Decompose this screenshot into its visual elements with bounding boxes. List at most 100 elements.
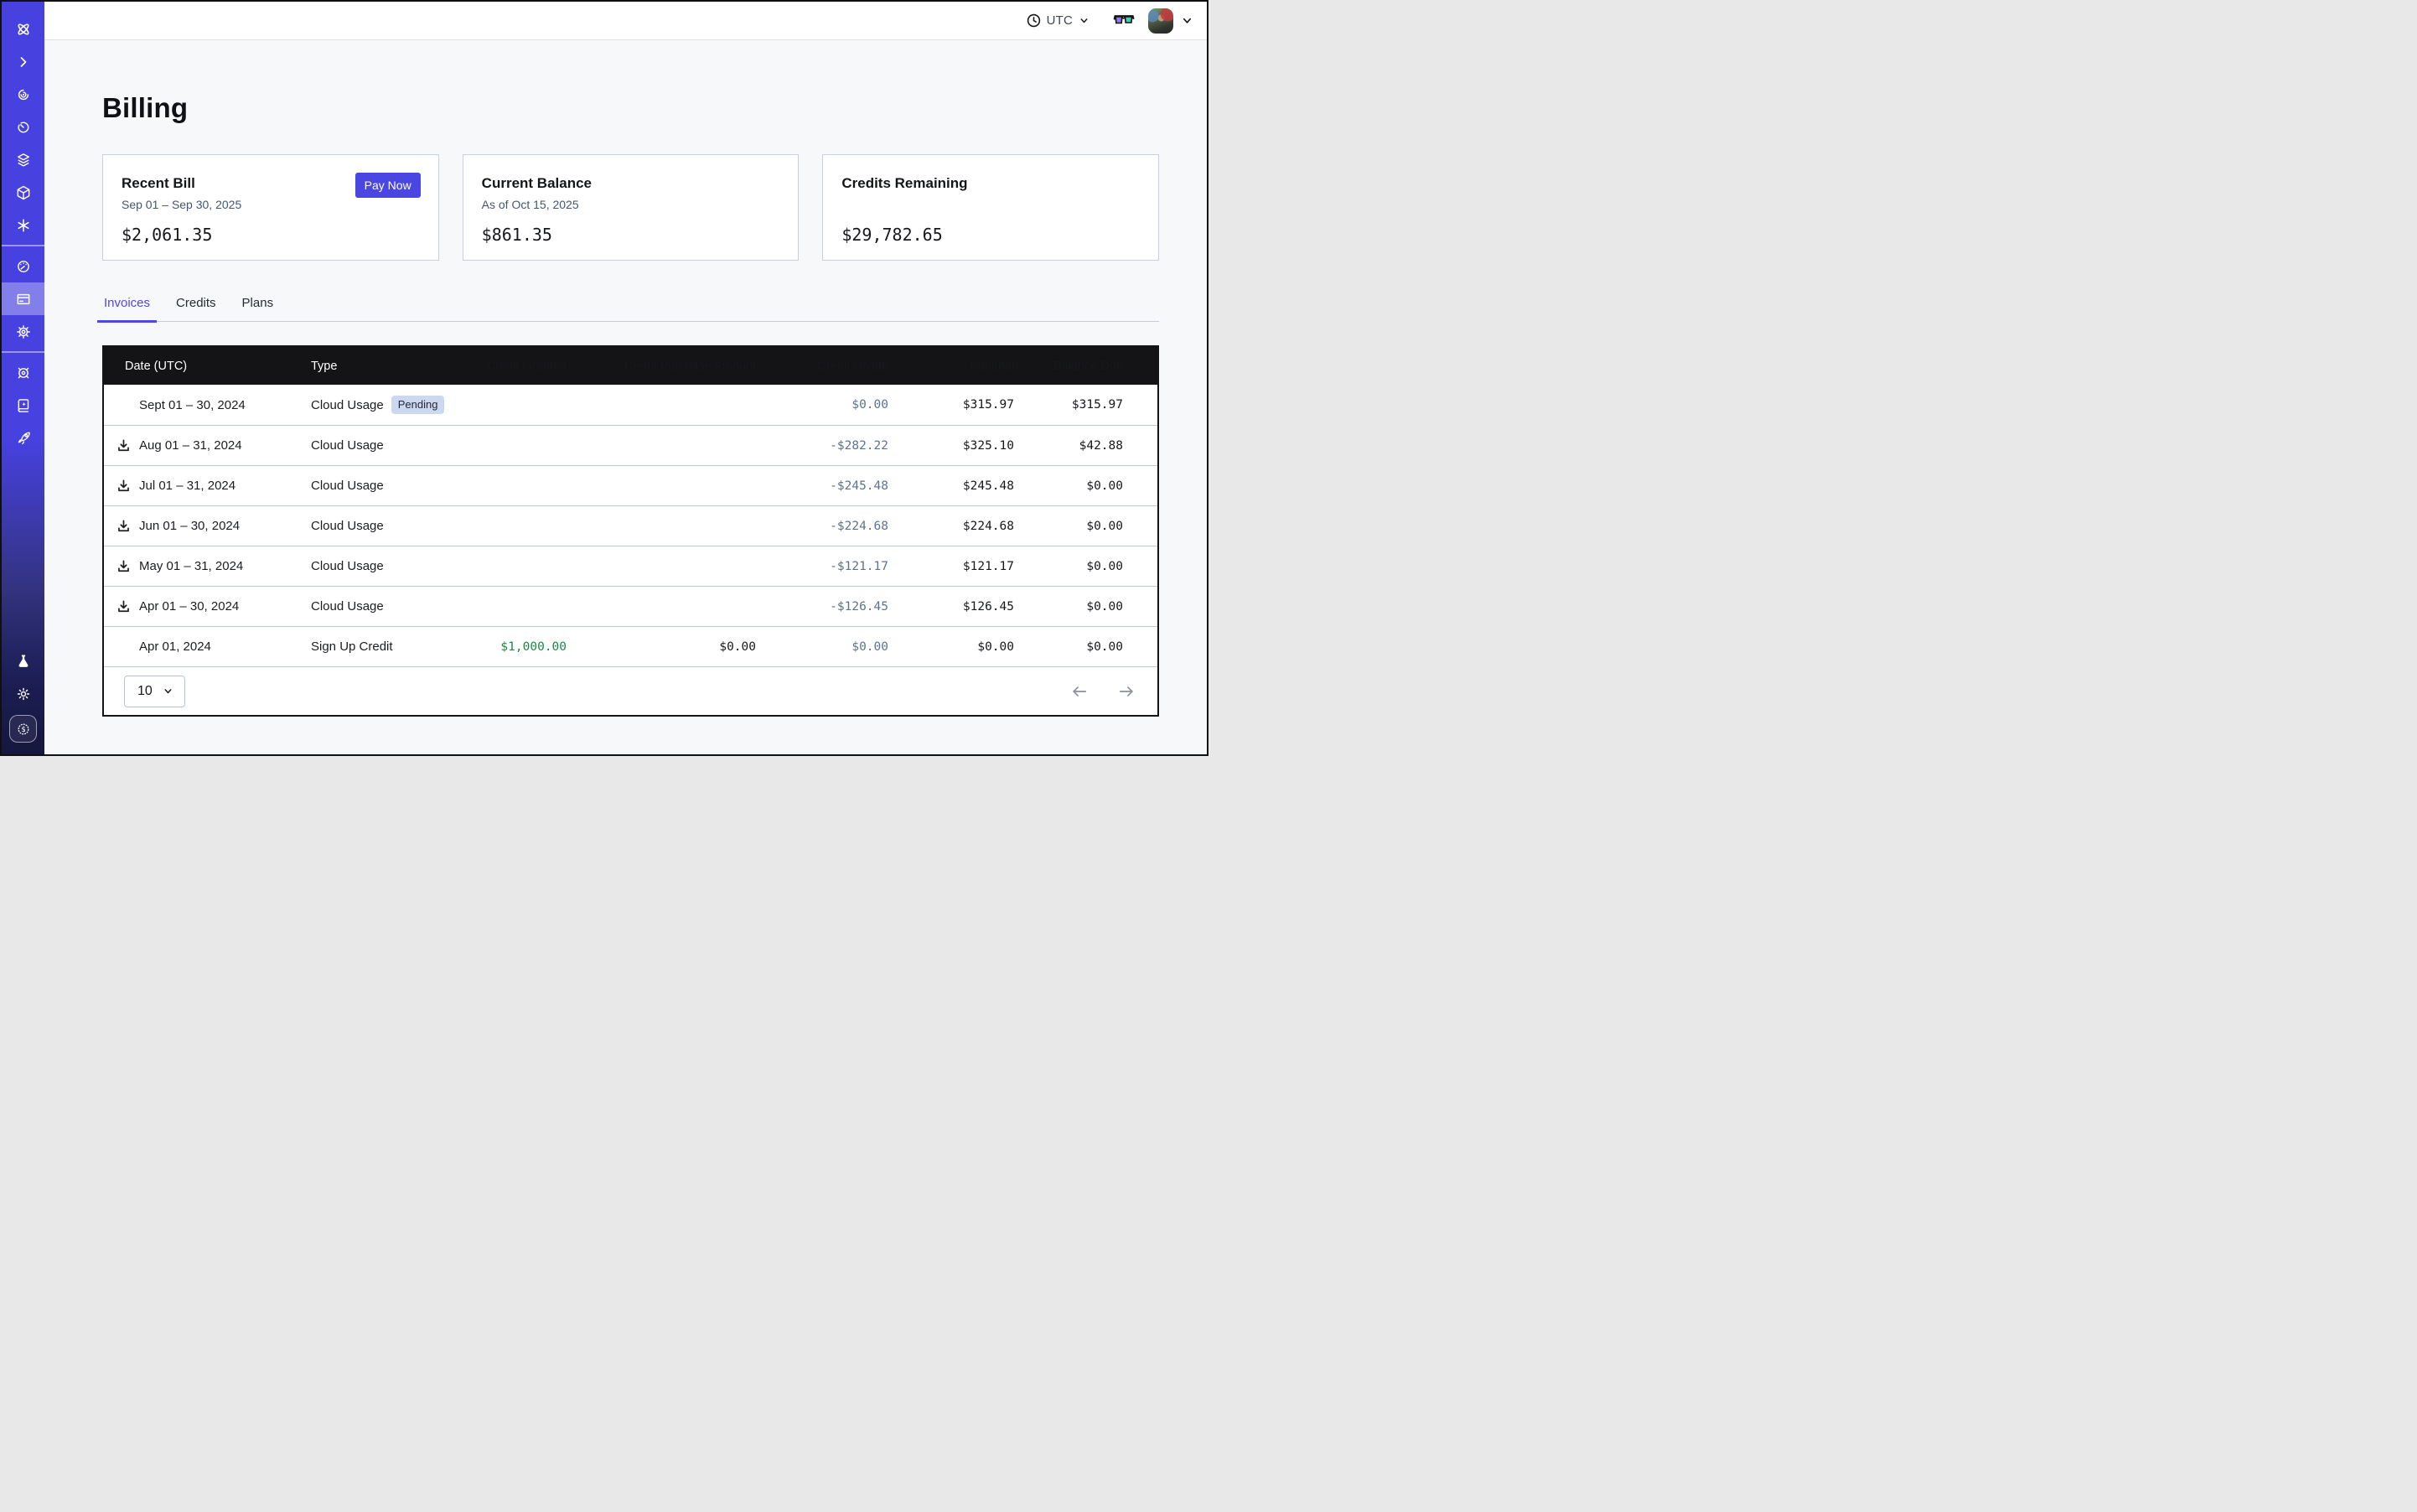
table-header-row: Date (UTC) Type Credit Granted Credit Pu… bbox=[104, 347, 1157, 385]
card-title: Credits Remaining bbox=[841, 175, 1138, 192]
col-date: Date (UTC) bbox=[104, 360, 311, 373]
sidebar: $ bbox=[2, 2, 44, 754]
modal-logo[interactable] bbox=[2, 13, 44, 45]
billing-page: Billing Recent Bill Sep 01 – Sep 30, 202… bbox=[44, 40, 1207, 754]
pay-now-button[interactable]: Pay Now bbox=[355, 173, 421, 198]
card-subtitle: As of Oct 15, 2025 bbox=[482, 198, 779, 212]
sidebar-item-helm[interactable] bbox=[2, 356, 44, 389]
subtotal-value: $224.68 bbox=[888, 520, 1014, 533]
subtotal-value: $325.10 bbox=[888, 439, 1014, 453]
avatar[interactable] bbox=[1148, 8, 1173, 34]
balance-due-value: $0.00 bbox=[1014, 640, 1123, 654]
sidebar-item-docs[interactable] bbox=[2, 389, 44, 422]
credit-usage-value: -$282.22 bbox=[756, 439, 888, 453]
invoice-row: Jun 01 – 30, 2024 Cloud Usage -$224.68 $… bbox=[104, 505, 1157, 546]
previous-page-button[interactable] bbox=[1070, 682, 1089, 701]
sidebar-item-theme-toggle[interactable] bbox=[2, 677, 44, 710]
invoice-row: May 01 – 31, 2024 Cloud Usage -$121.17 $… bbox=[104, 546, 1157, 586]
credits-remaining-amount: $29,782.65 bbox=[841, 225, 1138, 245]
invoice-row: Aug 01 – 31, 2024 Cloud Usage -$282.22 $… bbox=[104, 425, 1157, 465]
invoice-row: Apr 01 – 30, 2024 Cloud Usage -$126.45 $… bbox=[104, 586, 1157, 626]
current-balance-card: Current Balance As of Oct 15, 2025 $861.… bbox=[463, 154, 800, 261]
pagination-controls bbox=[1070, 682, 1136, 701]
balance-due-value: $0.00 bbox=[1014, 600, 1123, 614]
sidebar-item-usage-gauge[interactable] bbox=[2, 250, 44, 282]
tab-invoices[interactable]: Invoices bbox=[102, 296, 152, 321]
col-type: Type bbox=[311, 360, 433, 373]
credit-usage-value: -$245.48 bbox=[756, 479, 888, 493]
pending-badge: Pending bbox=[391, 396, 445, 414]
page-size-value: 10 bbox=[137, 684, 153, 699]
timezone-select[interactable]: UTC bbox=[1027, 13, 1089, 28]
col-credit-purchase-amount: Credit Purchase Amount bbox=[567, 360, 756, 373]
download-invoice-button[interactable] bbox=[115, 518, 132, 535]
clock-icon bbox=[1027, 13, 1041, 28]
download-invoice-button[interactable] bbox=[115, 598, 132, 615]
balance-due-value: $0.00 bbox=[1014, 520, 1123, 533]
invoice-row: Jul 01 – 31, 2024 Cloud Usage -$245.48 $… bbox=[104, 465, 1157, 505]
account-menu-chevron[interactable] bbox=[1181, 14, 1193, 27]
spiral-icon[interactable] bbox=[2, 78, 44, 111]
invoice-period: Jul 01 – 31, 2024 bbox=[139, 479, 235, 493]
col-balance-due: Balance Due bbox=[1014, 360, 1123, 373]
invoice-period: Apr 01 – 30, 2024 bbox=[139, 599, 239, 614]
sidebar-item-settings[interactable] bbox=[2, 315, 44, 348]
credits-badge-button[interactable]: $ bbox=[9, 715, 37, 743]
subtotal-value: $245.48 bbox=[888, 479, 1014, 493]
credit-usage-value: -$126.45 bbox=[756, 600, 888, 614]
asterisk-icon[interactable] bbox=[2, 209, 44, 241]
cube-icon[interactable] bbox=[2, 176, 44, 209]
sidebar-item-experiments[interactable] bbox=[2, 645, 44, 677]
credit-usage-value: -$121.17 bbox=[756, 560, 888, 573]
invoice-period: Apr 01, 2024 bbox=[139, 639, 211, 654]
summary-cards: Recent Bill Sep 01 – Sep 30, 2025 $2,061… bbox=[102, 154, 1159, 261]
main-area: UTC Billing bbox=[44, 2, 1207, 754]
sidebar-divider bbox=[2, 245, 44, 246]
download-invoice-button[interactable] bbox=[115, 438, 132, 454]
balance-due-value: $315.97 bbox=[1014, 398, 1123, 412]
layers-icon[interactable] bbox=[2, 143, 44, 176]
download-icon bbox=[116, 559, 131, 573]
invoice-row: Apr 01, 2024 Sign Up Credit $1,000.00 $0… bbox=[104, 626, 1157, 666]
arrow-right-icon bbox=[1117, 682, 1136, 701]
invoice-type: Cloud Usage bbox=[311, 438, 384, 453]
svg-text:$: $ bbox=[21, 726, 25, 734]
card-title: Current Balance bbox=[482, 175, 779, 192]
tab-credits[interactable]: Credits bbox=[174, 296, 218, 321]
credit-purchase-value: $0.00 bbox=[567, 640, 756, 654]
credits-remaining-card: Credits Remaining $29,782.65 bbox=[822, 154, 1159, 261]
download-invoice-button[interactable] bbox=[115, 478, 132, 495]
tab-plans[interactable]: Plans bbox=[241, 296, 276, 321]
timer-icon[interactable] bbox=[2, 111, 44, 143]
sidebar-item-billing[interactable] bbox=[2, 282, 44, 315]
chevron-down-icon bbox=[163, 686, 173, 696]
arrow-left-icon bbox=[1070, 682, 1089, 701]
credit-usage-value: $0.00 bbox=[756, 398, 888, 412]
next-page-button[interactable] bbox=[1117, 682, 1136, 701]
download-invoice-button[interactable] bbox=[115, 558, 132, 575]
recent-bill-card: Recent Bill Sep 01 – Sep 30, 2025 $2,061… bbox=[102, 154, 439, 261]
sidebar-divider bbox=[2, 351, 44, 353]
current-balance-amount: $861.35 bbox=[482, 225, 779, 245]
invoice-type: Cloud Usage bbox=[311, 559, 384, 573]
download-icon bbox=[116, 599, 131, 614]
3d-glasses-icon[interactable] bbox=[1113, 13, 1135, 28]
card-subtitle bbox=[841, 198, 1138, 212]
recent-bill-amount: $2,061.35 bbox=[122, 225, 418, 245]
subtotal-value: $315.97 bbox=[888, 398, 1014, 412]
invoice-type: Cloud Usage bbox=[311, 599, 384, 614]
page-size-select[interactable]: 10 bbox=[124, 676, 185, 707]
invoice-period: Jun 01 – 30, 2024 bbox=[139, 519, 240, 533]
invoice-period: Sept 01 – 30, 2024 bbox=[139, 398, 246, 412]
chevron-right-icon[interactable] bbox=[2, 45, 44, 78]
credit-usage-value: $0.00 bbox=[756, 640, 888, 654]
credit-usage-value: -$224.68 bbox=[756, 520, 888, 533]
invoice-period: Aug 01 – 31, 2024 bbox=[139, 438, 242, 453]
invoice-row: Sept 01 – 30, 2024 Cloud Usage Pending $… bbox=[104, 385, 1157, 425]
sidebar-item-rocket[interactable] bbox=[2, 422, 44, 454]
balance-due-value: $0.00 bbox=[1014, 560, 1123, 573]
table-body: Sept 01 – 30, 2024 Cloud Usage Pending $… bbox=[104, 385, 1157, 666]
download-icon bbox=[116, 479, 131, 493]
download-icon bbox=[116, 519, 131, 533]
col-subtotal: Subtotal bbox=[888, 360, 1014, 373]
